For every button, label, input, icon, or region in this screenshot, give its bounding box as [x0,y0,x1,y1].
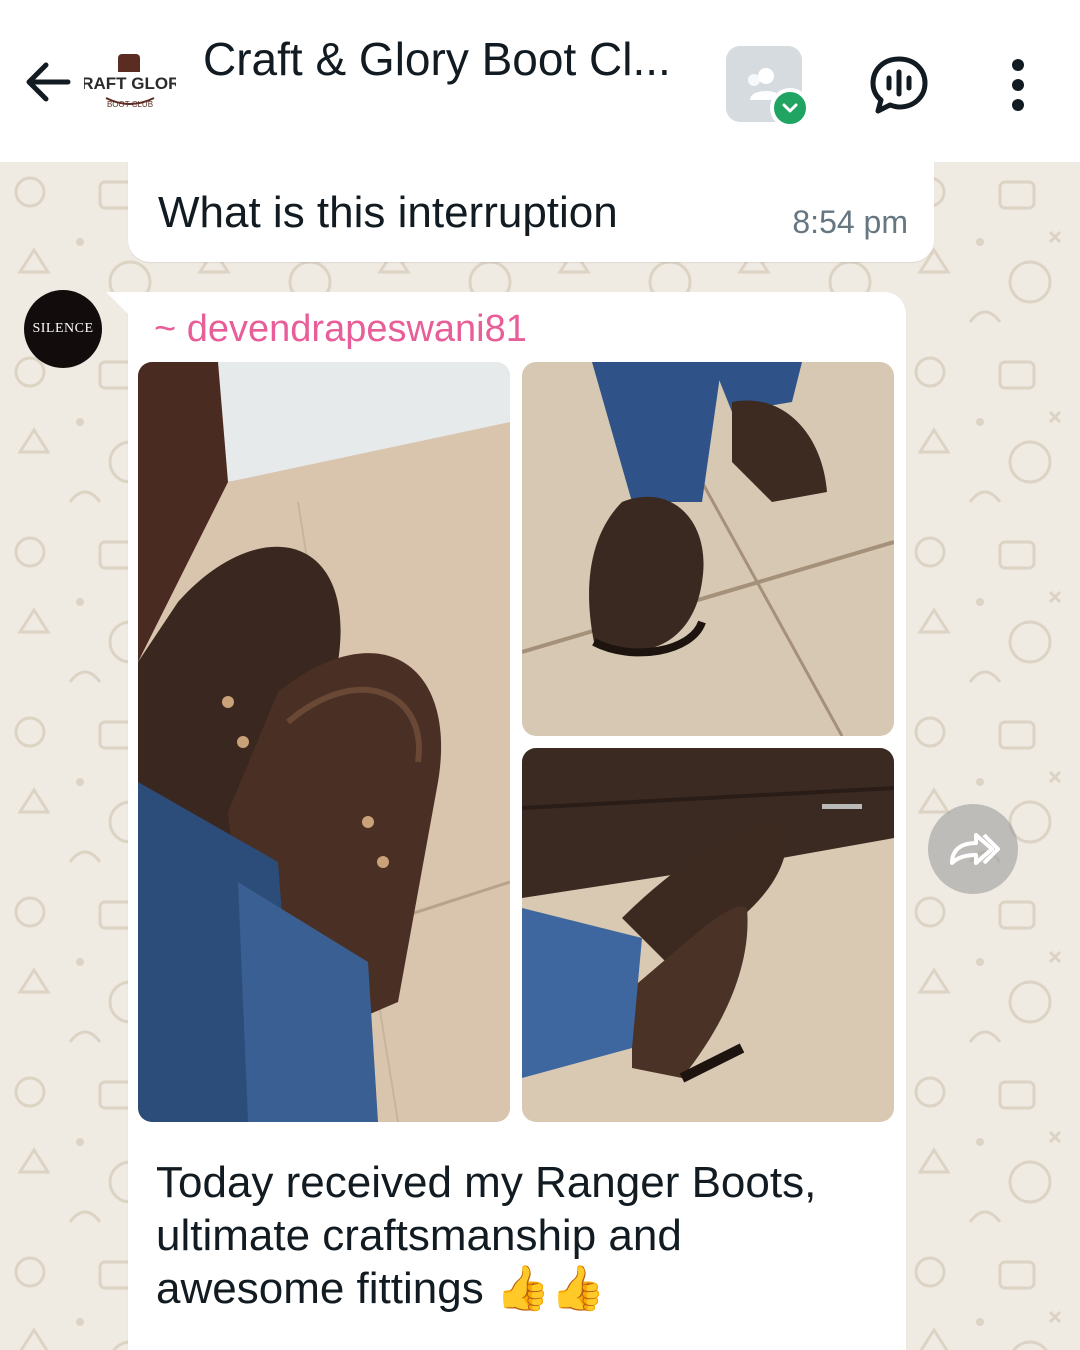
community-button[interactable] [726,46,810,128]
sender-name[interactable]: ~ devendrapeswani81 [154,308,527,351]
craft-glory-logo: CRAFT GLORY BOOT CLUB [84,54,176,109]
message-text: What is this interruption [158,188,618,237]
message-bubble-photos[interactable]: ~ devendrapeswani81 Today received my Ra… [128,292,906,1350]
group-avatar[interactable]: CRAFT GLORY BOOT CLUB [84,48,176,118]
svg-text:BOOT CLUB: BOOT CLUB [107,100,153,109]
back-button[interactable] [18,50,76,114]
sender-avatar[interactable]: SILENCE [24,290,102,368]
chat-header: CRAFT GLORY BOOT CLUB Craft & Glory Boot… [0,0,1080,162]
forward-button[interactable] [928,804,1018,894]
more-options-button[interactable] [996,52,1040,118]
group-title[interactable]: Craft & Glory Boot Cl... [203,32,703,86]
boots-photo-2[interactable] [522,362,894,736]
svg-text:CRAFT GLORY: CRAFT GLORY [84,74,176,93]
message-bubble-previous[interactable]: What is this interruption 8:54 pm [128,162,934,262]
bubble-tail [106,292,130,316]
boots-photo-3[interactable] [522,748,894,1122]
arrow-left-icon [26,62,71,102]
more-vertical-icon [1012,59,1024,111]
message-caption: Today received my Ranger Boots, ultimate… [156,1158,817,1313]
forward-icon [950,833,1000,865]
voice-chat-button[interactable] [866,52,932,118]
message-time: 8:54 pm [792,204,908,240]
boots-photo-1[interactable] [138,362,510,1122]
checkmark-badge-icon [770,88,810,128]
voice-chat-icon [870,56,928,114]
chat-area[interactable]: What is this interruption 8:54 pm SILENC… [0,162,1080,1350]
